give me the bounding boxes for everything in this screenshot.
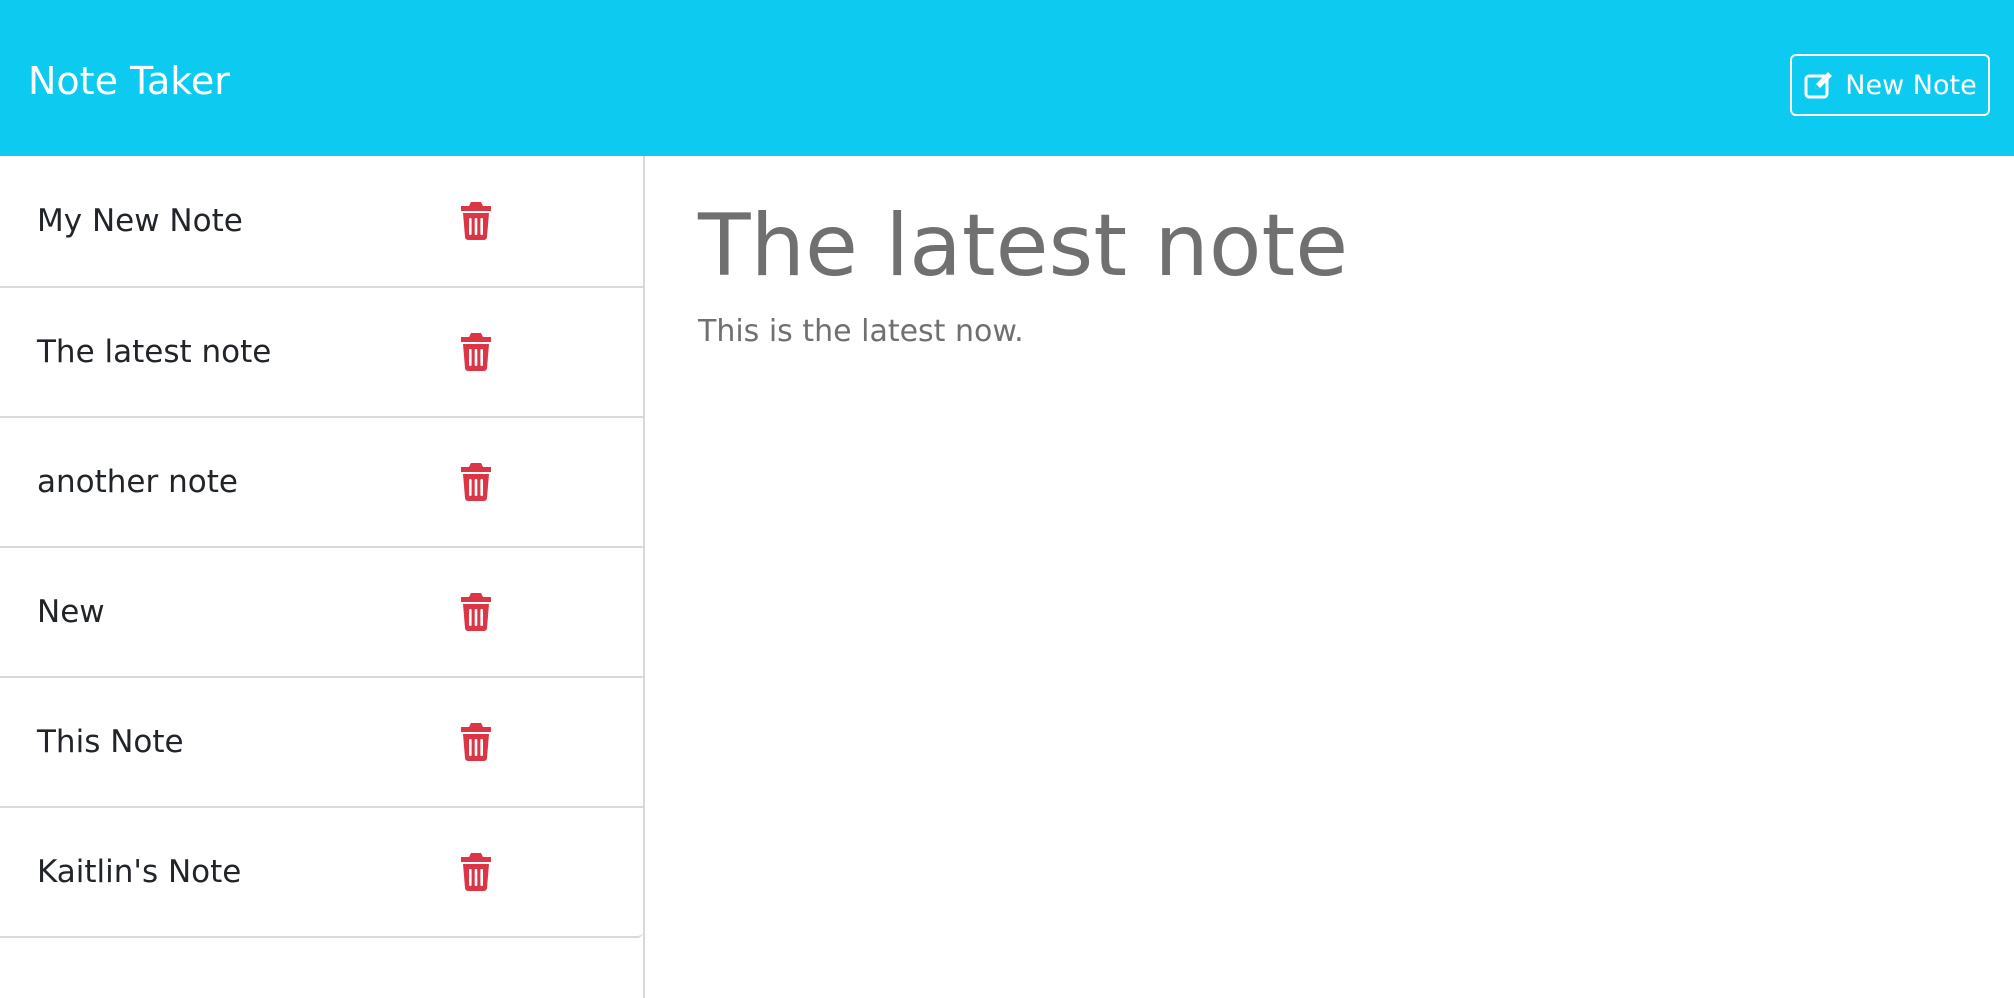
list-item[interactable]: Kaitlin's Note — [0, 806, 643, 936]
list-item[interactable]: another note — [0, 416, 643, 546]
note-title: My New Note — [37, 203, 243, 239]
list-item[interactable]: New — [0, 546, 643, 676]
trash-icon[interactable] — [460, 723, 492, 761]
new-note-label: New Note — [1845, 69, 1977, 101]
note-title: The latest note — [37, 334, 272, 370]
note-title: another note — [37, 464, 238, 500]
edit-icon — [1804, 72, 1833, 99]
trash-icon[interactable] — [460, 333, 492, 371]
note-title: New — [37, 594, 105, 630]
list-item[interactable]: My New Note — [0, 156, 643, 286]
note-title: This Note — [37, 724, 184, 760]
trash-icon[interactable] — [460, 202, 492, 240]
list-item[interactable]: The latest note — [0, 286, 643, 416]
note-sidebar: My New Note The latest note another note — [0, 156, 645, 998]
navbar: Note Taker New Note — [0, 0, 2014, 156]
note-body-field[interactable]: This is the latest now. — [698, 314, 1024, 349]
note-editor: The latest note This is the latest now. — [647, 156, 2014, 998]
note-list: My New Note The latest note another note — [0, 156, 643, 938]
trash-icon[interactable] — [460, 853, 492, 891]
list-item[interactable]: This Note — [0, 676, 643, 806]
note-title: Kaitlin's Note — [37, 854, 242, 890]
trash-icon[interactable] — [460, 593, 492, 631]
app-brand[interactable]: Note Taker — [28, 54, 230, 108]
trash-icon[interactable] — [460, 463, 492, 501]
new-note-button[interactable]: New Note — [1790, 54, 1990, 116]
note-title-field[interactable]: The latest note — [698, 186, 1348, 306]
